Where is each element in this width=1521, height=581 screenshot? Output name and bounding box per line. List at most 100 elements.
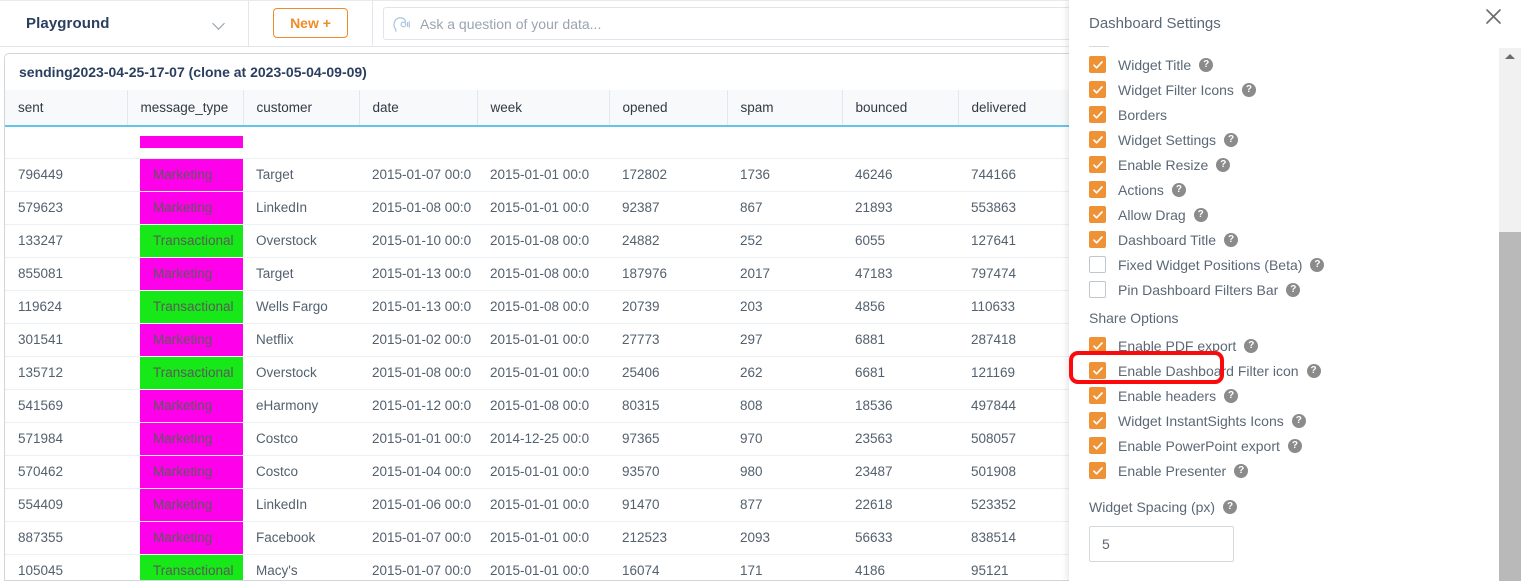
widget-spacing-label-row: Widget Spacing (px) ?	[1089, 499, 1521, 515]
table-row[interactable]: 887355MarketingFacebook2015-01-07 00:020…	[5, 521, 1204, 554]
option-row[interactable]: Fixed Widget Positions (Beta)?	[1089, 252, 1521, 277]
option-row[interactable]: Widget Settings?	[1089, 127, 1521, 152]
checkbox-unchecked-icon[interactable]	[1089, 281, 1106, 298]
option-row[interactable]: Enable headers?	[1089, 383, 1521, 408]
checkbox-checked-icon[interactable]	[1089, 412, 1106, 429]
checkbox-checked-icon[interactable]	[1089, 156, 1106, 173]
help-icon[interactable]: ?	[1224, 233, 1238, 247]
option-row[interactable]: Actions?	[1089, 177, 1521, 202]
option-row[interactable]: Enable Dashboard Filter icon?	[1089, 358, 1521, 383]
option-row[interactable]: Enable PDF export?	[1089, 333, 1521, 358]
table-row[interactable]: 554409MarketingLinkedIn2015-01-06 00:020…	[5, 488, 1204, 521]
dashboard-settings-panel: Dashboard Settings Widget Title?Widget F…	[1069, 0, 1521, 581]
close-icon[interactable]	[1477, 0, 1509, 32]
widget-spacing-input[interactable]	[1089, 526, 1234, 562]
table-row[interactable]	[5, 126, 1204, 158]
help-icon[interactable]: ?	[1292, 414, 1306, 428]
option-row[interactable]: Borders	[1089, 102, 1521, 127]
option-row[interactable]: Dashboard Title?	[1089, 227, 1521, 252]
help-icon[interactable]: ?	[1307, 364, 1321, 378]
cell-bounced: 23563	[842, 422, 958, 455]
help-icon[interactable]: ?	[1224, 133, 1238, 147]
cell-date: 2015-01-04 00:0	[359, 455, 477, 488]
table-row[interactable]: 571984MarketingCostco2015-01-01 00:02014…	[5, 422, 1204, 455]
column-header-week[interactable]: week	[477, 90, 609, 126]
help-icon[interactable]: ?	[1286, 283, 1300, 297]
option-row[interactable]: Widget Title?	[1089, 52, 1521, 77]
checkbox-checked-icon[interactable]	[1089, 56, 1106, 73]
option-row[interactable]: Enable Resize?	[1089, 152, 1521, 177]
cell-bounced: 6681	[842, 356, 958, 389]
workspace-selector[interactable]: Playground	[0, 0, 249, 46]
column-header-spam[interactable]: spam	[727, 90, 842, 126]
help-icon[interactable]: ?	[1216, 158, 1230, 172]
help-icon[interactable]: ?	[1172, 183, 1186, 197]
help-icon[interactable]: ?	[1224, 389, 1238, 403]
scrollbar-thumb[interactable]	[1499, 232, 1521, 581]
cell-customer: eHarmony	[243, 389, 359, 422]
option-row[interactable]: Widget InstantSights Icons?	[1089, 408, 1521, 433]
table-row[interactable]: 796449MarketingTarget2015-01-07 00:02015…	[5, 158, 1204, 191]
cell-sent: 554409	[5, 488, 127, 521]
table-row[interactable]: 135712TransactionalOverstock2015-01-08 0…	[5, 356, 1204, 389]
cell-delivered: 287418	[958, 323, 1072, 356]
help-icon[interactable]: ?	[1223, 500, 1237, 514]
option-row[interactable]: Pin Dashboard Filters Bar?	[1089, 277, 1521, 302]
cell-delivered: 95121	[958, 554, 1072, 581]
column-header-date[interactable]: date	[359, 90, 477, 126]
close-glyph	[1485, 8, 1502, 25]
checkbox-checked-icon[interactable]	[1089, 462, 1106, 479]
table-row[interactable]: 570462MarketingCostco2015-01-04 00:02015…	[5, 455, 1204, 488]
option-row[interactable]: Allow Drag?	[1089, 202, 1521, 227]
table-row[interactable]: 855081MarketingTarget2015-01-13 00:02015…	[5, 257, 1204, 290]
column-header-sent[interactable]: sent	[5, 90, 127, 126]
cell-opened: 97365	[609, 422, 727, 455]
checkbox-checked-icon[interactable]	[1089, 231, 1106, 248]
scroll-up-arrow-icon[interactable]	[1499, 48, 1521, 65]
option-row[interactable]: Enable PowerPoint export?	[1089, 433, 1521, 458]
checkbox-checked-icon[interactable]	[1089, 387, 1106, 404]
help-icon[interactable]: ?	[1242, 83, 1256, 97]
help-icon[interactable]: ?	[1234, 464, 1248, 478]
help-icon[interactable]: ?	[1310, 258, 1324, 272]
table-row[interactable]: 579623MarketingLinkedIn2015-01-08 00:020…	[5, 191, 1204, 224]
cell-sent: 135712	[5, 356, 127, 389]
cell-sent: 119624	[5, 290, 127, 323]
cell-spam: 262	[727, 356, 842, 389]
cell-message_type: Marketing	[127, 488, 243, 521]
panel-scrollbar[interactable]	[1499, 48, 1521, 581]
checkbox-checked-icon[interactable]	[1089, 337, 1106, 354]
checkbox-unchecked-icon[interactable]	[1089, 256, 1106, 273]
table-row[interactable]: 119624TransactionalWells Fargo2015-01-13…	[5, 290, 1204, 323]
option-row[interactable]: Enable Presenter?	[1089, 458, 1521, 483]
help-icon[interactable]: ?	[1199, 58, 1213, 72]
column-header-opened[interactable]: opened	[609, 90, 727, 126]
column-header-customer[interactable]: customer	[243, 90, 359, 126]
checkbox-checked-icon[interactable]	[1089, 81, 1106, 98]
cell-spam: 252	[727, 224, 842, 257]
cell-week: 2015-01-01 00:0	[477, 554, 609, 581]
checkbox-checked-icon[interactable]	[1089, 437, 1106, 454]
column-header-message_type[interactable]: message_type	[127, 90, 243, 126]
checkbox-checked-icon[interactable]	[1089, 181, 1106, 198]
column-header-bounced[interactable]: bounced	[842, 90, 958, 126]
table-row[interactable]: 133247TransactionalOverstock2015-01-10 0…	[5, 224, 1204, 257]
help-icon[interactable]: ?	[1194, 208, 1208, 222]
table-row[interactable]: 105045TransactionalMacy's2015-01-07 00:0…	[5, 554, 1204, 581]
option-row[interactable]: Widget Filter Icons?	[1089, 77, 1521, 102]
checkbox-checked-icon[interactable]	[1089, 206, 1106, 223]
table-row[interactable]: 541569MarketingeHarmony2015-01-12 00:020…	[5, 389, 1204, 422]
dashboard-options-list: Widget Title?Widget Filter Icons? Borders…	[1089, 52, 1521, 302]
help-icon[interactable]: ?	[1244, 339, 1258, 353]
table-row[interactable]: 301541MarketingNetflix2015-01-02 00:0201…	[5, 323, 1204, 356]
option-label: Borders	[1118, 107, 1167, 123]
checkbox-checked-icon[interactable]	[1089, 362, 1106, 379]
cell-week: 2015-01-01 00:0	[477, 323, 609, 356]
column-header-delivered[interactable]: delivered	[958, 90, 1072, 126]
cell-opened: 24882	[609, 224, 727, 257]
data-table: sent message_type customer date week ope…	[5, 90, 1204, 581]
checkbox-checked-icon[interactable]	[1089, 106, 1106, 123]
help-icon[interactable]: ?	[1288, 439, 1302, 453]
new-button[interactable]: New +	[273, 8, 348, 38]
checkbox-checked-icon[interactable]	[1089, 131, 1106, 148]
